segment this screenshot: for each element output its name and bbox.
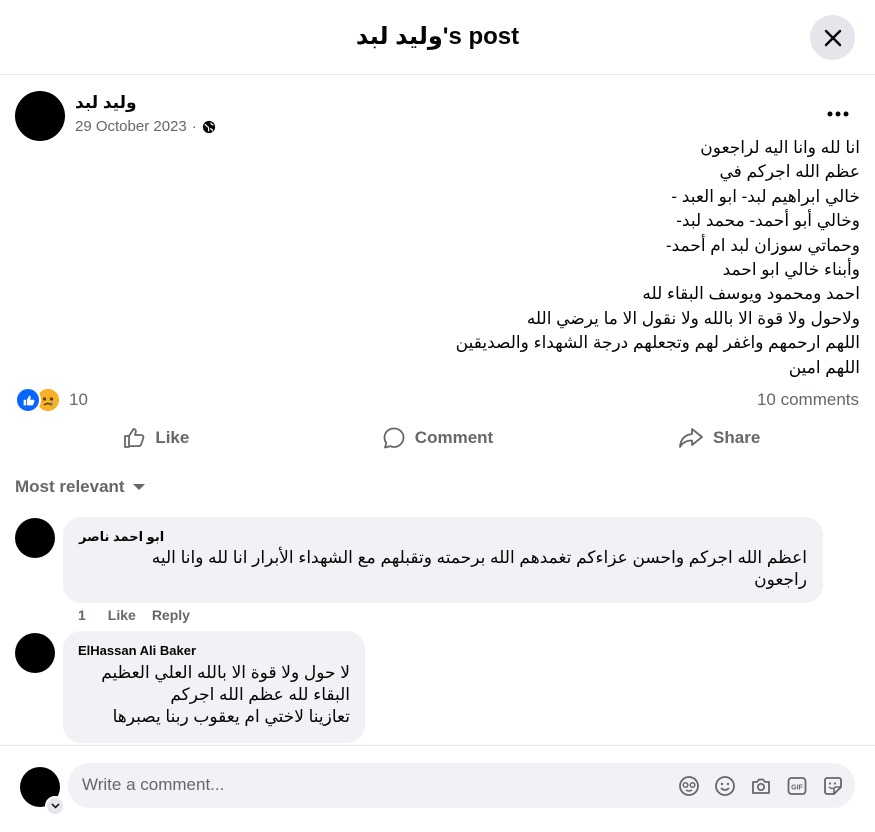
comment-line: اعظم الله اجركم واحسن عزاءكم تغمدهم الله…: [151, 548, 807, 567]
close-button[interactable]: [810, 15, 855, 60]
gif-icon[interactable]: GIF: [785, 774, 809, 798]
like-icon: [124, 427, 145, 448]
post-line: وأبناء خالي ابو احمد: [722, 260, 860, 280]
share-icon: [679, 427, 703, 448]
post-meta: 29 October 2023 ·: [75, 118, 216, 135]
like-button[interactable]: Like: [15, 415, 297, 460]
comments-count-link[interactable]: 10 comments: [757, 390, 859, 410]
camera-icon[interactable]: [749, 774, 773, 798]
svg-text:GIF: GIF: [791, 785, 803, 792]
comment-like-button[interactable]: Like: [108, 607, 136, 623]
comment-author[interactable]: ElHassan Ali Baker: [78, 643, 196, 658]
like-label: Like: [155, 427, 190, 447]
caret-down-icon: [132, 484, 145, 490]
composer-tools: GIF: [677, 774, 845, 798]
post-line: وحماتي سوزان لبد ام أحمد-: [665, 235, 860, 255]
comment-label: Comment: [414, 427, 494, 447]
post-line: اللهم امين: [788, 357, 860, 377]
comment-line: راجعون: [754, 570, 807, 589]
comment-like-count: 1: [78, 607, 86, 623]
share-button[interactable]: Share: [578, 415, 860, 460]
emoji-icon[interactable]: [713, 774, 737, 798]
comment-placeholder: Write a comment...: [82, 775, 225, 794]
comment-text: لا حول ولا قوة الا بالله العلي العظيم ال…: [78, 662, 350, 728]
post-line: ولاحول ولا قوة الا بالله ولا نقول الا ما…: [526, 308, 860, 328]
post-line: اللهم ارحمهم واغفر لهم وتجعلهم درجة الشه…: [455, 333, 860, 353]
dialog-title: وليد لبد's post: [355, 23, 520, 50]
chevron-down-icon: [50, 803, 60, 809]
share-label: Share: [713, 427, 761, 447]
comment-text: اعظم الله اجركم واحسن عزاءكم تغمدهم الله…: [77, 547, 807, 591]
comment-input[interactable]: Write a comment... GIF: [68, 763, 855, 808]
author-name[interactable]: وليد لبد: [75, 93, 137, 113]
comment-bubble: ابو احمد ناصر اعظم الله اجركم واحسن عزاء…: [63, 517, 823, 603]
post-actions: Like Comment Share: [15, 415, 860, 460]
comment-button[interactable]: Comment: [297, 415, 579, 460]
post-text: انا لله وانا اليه لراجعون عظم الله اجركم…: [160, 136, 860, 380]
comment-sort-dropdown[interactable]: Most relevant: [15, 477, 145, 497]
comment-icon: [383, 427, 405, 448]
post-line: وخالي أبو أحمد- محمد لبد-: [676, 211, 860, 231]
post-date[interactable]: 29 October 2023: [75, 118, 187, 135]
commenter-avatar[interactable]: [15, 518, 55, 558]
like-reaction-icon: [15, 387, 41, 413]
avatar-sticker-icon[interactable]: [677, 774, 701, 798]
commenter-avatar[interactable]: [15, 633, 55, 673]
comment-line: لا حول ولا قوة الا بالله العلي العظيم: [101, 663, 350, 682]
comment-reply-button[interactable]: Reply: [152, 607, 190, 623]
reaction-count: 10: [69, 390, 88, 409]
dialog-header: وليد لبد's post: [0, 0, 875, 75]
globe-icon[interactable]: [202, 120, 216, 134]
comment-line: البقاء لله عظم الله اجركم: [170, 685, 350, 704]
composer-divider: [0, 745, 875, 746]
comment-bubble: ElHassan Ali Baker لا حول ولا قوة الا با…: [63, 631, 365, 743]
comment-line: تعازينا لاختي ام يعقوب ربنا يصبرها: [112, 707, 350, 726]
comment-author[interactable]: ابو احمد ناصر: [79, 529, 164, 545]
post-line: انا لله وانا اليه لراجعون: [700, 138, 860, 157]
reactions-summary[interactable]: 10: [15, 387, 88, 413]
sticker-icon[interactable]: [821, 774, 845, 798]
meta-separator: ·: [191, 118, 197, 135]
author-avatar[interactable]: [15, 91, 65, 141]
post-line: خالي ابراهيم لبد- ابو العبد -: [671, 186, 860, 206]
more-icon: [827, 111, 849, 117]
more-options-button[interactable]: [822, 100, 854, 128]
close-icon: [824, 29, 841, 46]
account-switch-button[interactable]: [45, 796, 65, 816]
post-line: عظم الله اجركم في: [714, 162, 860, 182]
comment-actions: 1 Like Reply: [78, 607, 190, 623]
sort-label: Most relevant: [15, 477, 125, 496]
post-line: احمد ومحمود ويوسف البقاء لله: [637, 284, 860, 304]
